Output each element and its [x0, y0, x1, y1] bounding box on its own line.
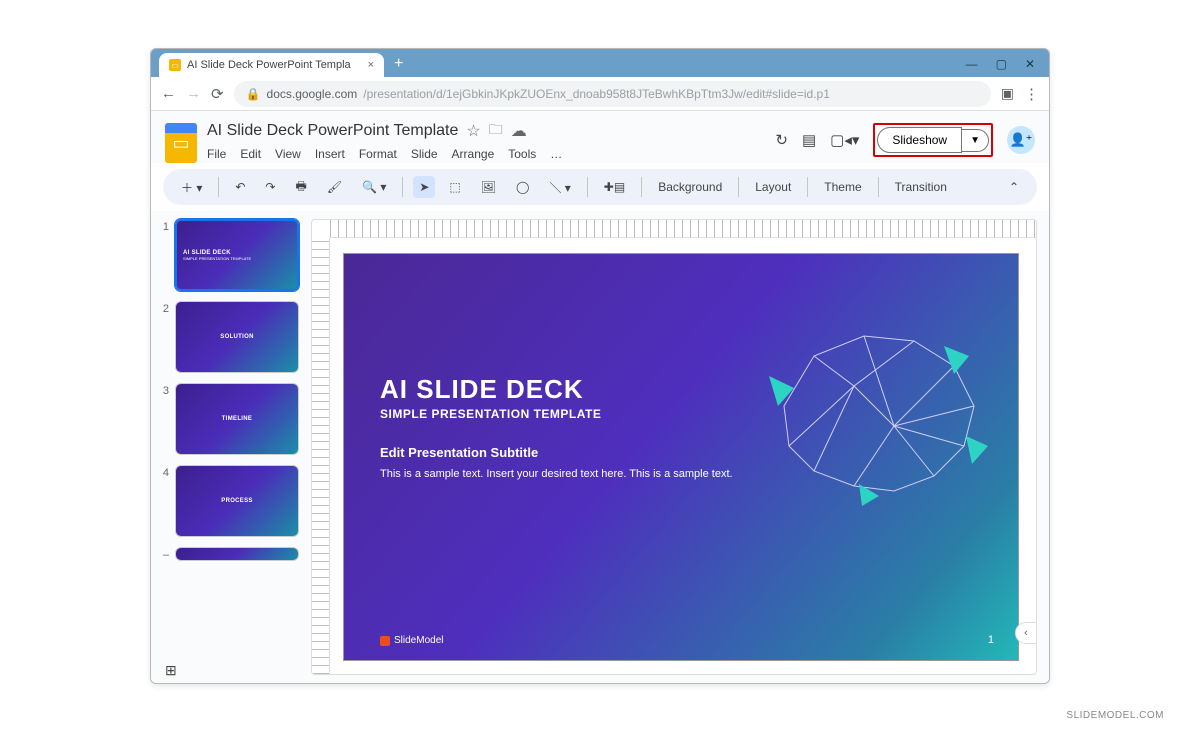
cloud-icon[interactable]: ☁ — [511, 121, 527, 141]
redo-icon[interactable]: ↷ — [259, 176, 281, 198]
star-icon[interactable]: ☆ — [466, 121, 480, 141]
slide-text-block: AI SLIDE DECK SIMPLE PRESENTATION TEMPLA… — [380, 374, 757, 483]
meet-icon[interactable]: ▢◂▾ — [830, 131, 859, 149]
forward-icon[interactable]: → — [186, 85, 201, 102]
address-bar: ← → ⟳ 🔒 docs.google.com/presentation/d/1… — [151, 77, 1049, 111]
slides-favicon: ▭ — [169, 59, 181, 71]
new-tab-button[interactable]: + — [394, 55, 403, 73]
slide-thumbnail-4[interactable]: PROCESS — [175, 465, 299, 537]
canvas-area: AI SLIDE DECK SIMPLE PRESENTATION TEMPLA… — [311, 219, 1037, 675]
slide-page-number: 1 — [988, 634, 994, 646]
doc-title-row: AI Slide Deck PowerPoint Template ☆ 🗀 ☁ — [207, 119, 765, 143]
thumbnail-panel[interactable]: 1 AI SLIDE DECK SIMPLE PRESENTATION TEMP… — [151, 211, 311, 675]
thumb-row: – — [161, 547, 301, 561]
transition-button[interactable]: Transition — [889, 176, 953, 198]
window-controls: — ▢ ✕ — [966, 57, 1041, 71]
ruler-vertical — [312, 238, 330, 674]
thumb-row: 1 AI SLIDE DECK SIMPLE PRESENTATION TEMP… — [161, 219, 301, 291]
background-button[interactable]: Background — [652, 176, 728, 198]
slide-thumbnail-3[interactable]: TIMELINE — [175, 383, 299, 455]
comment-icon[interactable]: ✚▤ — [598, 176, 631, 198]
slide-canvas[interactable]: AI SLIDE DECK SIMPLE PRESENTATION TEMPLA… — [344, 254, 1018, 660]
theme-button[interactable]: Theme — [818, 176, 867, 198]
undo-icon[interactable]: ↶ — [229, 176, 251, 198]
reload-icon[interactable]: ⟳ — [211, 85, 224, 103]
slide-subtitle[interactable]: SIMPLE PRESENTATION TEMPLATE — [380, 407, 757, 421]
slides-header: ▭ AI Slide Deck PowerPoint Template ☆ 🗀 … — [151, 111, 1049, 163]
slide-thumbnail-2[interactable]: SOLUTION — [175, 301, 299, 373]
menu-format[interactable]: Format — [359, 147, 397, 161]
thumb-row: 4 PROCESS — [161, 465, 301, 537]
slide-edit-subtitle[interactable]: Edit Presentation Subtitle — [380, 445, 757, 460]
workspace: 1 AI SLIDE DECK SIMPLE PRESENTATION TEMP… — [151, 211, 1049, 683]
grid-view-icon[interactable]: ⊞ — [165, 662, 177, 679]
move-icon[interactable]: 🗀 — [489, 119, 503, 143]
thumb-row: 2 SOLUTION — [161, 301, 301, 373]
paint-format-icon[interactable]: 🖌 — [321, 176, 348, 198]
thumb-number: 1 — [161, 219, 169, 233]
thumb-number: 3 — [161, 383, 169, 397]
menu-slide[interactable]: Slide — [411, 147, 438, 161]
chrome-window: ▭ AI Slide Deck PowerPoint Templa × + — … — [150, 48, 1050, 684]
collapse-toolbar-icon[interactable]: ⌃ — [1003, 176, 1025, 198]
image-icon[interactable]: 🖼 — [475, 176, 502, 198]
thumb-number: 4 — [161, 465, 169, 479]
menu-tools[interactable]: Tools — [508, 147, 536, 161]
minimize-icon[interactable]: — — [966, 57, 978, 71]
slideshow-button[interactable]: Slideshow — [877, 127, 962, 153]
menu-edit[interactable]: Edit — [240, 147, 261, 161]
new-slide-button[interactable]: ＋ ▾ — [175, 175, 208, 200]
thumb-number: – — [161, 547, 169, 561]
print-icon[interactable]: 🖶 — [289, 173, 312, 202]
url-host: docs.google.com — [267, 87, 358, 101]
doc-title[interactable]: AI Slide Deck PowerPoint Template — [207, 122, 458, 140]
shape-icon[interactable]: ◯ — [510, 176, 535, 198]
slide-body[interactable]: This is a sample text. Insert your desir… — [380, 466, 757, 483]
close-icon[interactable]: ✕ — [1025, 57, 1035, 71]
url-bar[interactable]: 🔒 docs.google.com/presentation/d/1ejGbki… — [234, 81, 991, 107]
slide-thumbnail-1[interactable]: AI SLIDE DECK SIMPLE PRESENTATION TEMPLA… — [175, 219, 299, 291]
lock-icon: 🔒 — [246, 87, 261, 101]
maximize-icon[interactable]: ▢ — [996, 57, 1007, 71]
comments-icon[interactable]: ▤ — [802, 131, 816, 149]
slides-logo-icon: ▭ — [165, 123, 197, 163]
menu-more[interactable]: … — [550, 147, 562, 161]
thumb-row: 3 TIMELINE — [161, 383, 301, 455]
thumb-number: 2 — [161, 301, 169, 315]
menu-insert[interactable]: Insert — [315, 147, 345, 161]
menu-file[interactable]: File — [207, 147, 226, 161]
menu-arrange[interactable]: Arrange — [452, 147, 495, 161]
ruler-horizontal — [330, 220, 1036, 238]
titlebar: ▭ AI Slide Deck PowerPoint Templa × + — … — [151, 49, 1049, 77]
browser-tab[interactable]: ▭ AI Slide Deck PowerPoint Templa × — [159, 53, 384, 77]
url-path: /presentation/d/1ejGbkinJKpkZUOEnx_dnoab… — [363, 87, 830, 101]
slide-title[interactable]: AI SLIDE DECK — [380, 374, 757, 405]
explore-button[interactable]: ‹ — [1015, 622, 1037, 644]
close-tab-icon[interactable]: × — [368, 59, 374, 71]
slide-footer: SlideModel — [380, 635, 443, 646]
menu-bar: File Edit View Insert Format Slide Arran… — [207, 147, 765, 161]
tab-title: AI Slide Deck PowerPoint Templa — [187, 59, 362, 71]
slideshow-highlight: Slideshow ▼ — [873, 123, 993, 157]
zoom-icon[interactable]: 🔍 ▾ — [356, 176, 392, 198]
select-tool-icon[interactable]: ➤ — [413, 176, 435, 198]
install-icon[interactable]: ▣ — [1001, 85, 1014, 102]
slideshow-dropdown[interactable]: ▼ — [962, 129, 989, 152]
toolbar: ＋ ▾ ↶ ↷ 🖶 🖌 🔍 ▾ ➤ ⬚ 🖼 ◯ ＼ ▾ ✚▤ Backgroun… — [163, 169, 1037, 205]
textbox-icon[interactable]: ⬚ — [443, 176, 466, 198]
back-icon[interactable]: ← — [161, 85, 176, 102]
watermark: SLIDEMODEL.COM — [1066, 710, 1164, 721]
history-icon[interactable]: ↻ — [775, 131, 788, 149]
slide-thumbnail-5[interactable] — [175, 547, 299, 561]
share-button[interactable]: 👤⁺ — [1007, 126, 1035, 154]
bottom-bar: ⊞ — [151, 657, 1049, 683]
menu-view[interactable]: View — [275, 147, 301, 161]
chrome-menu-icon[interactable]: ⋮ — [1024, 85, 1039, 103]
layout-button[interactable]: Layout — [749, 176, 797, 198]
brain-graphic — [744, 306, 994, 516]
line-icon[interactable]: ＼ ▾ — [543, 175, 576, 200]
